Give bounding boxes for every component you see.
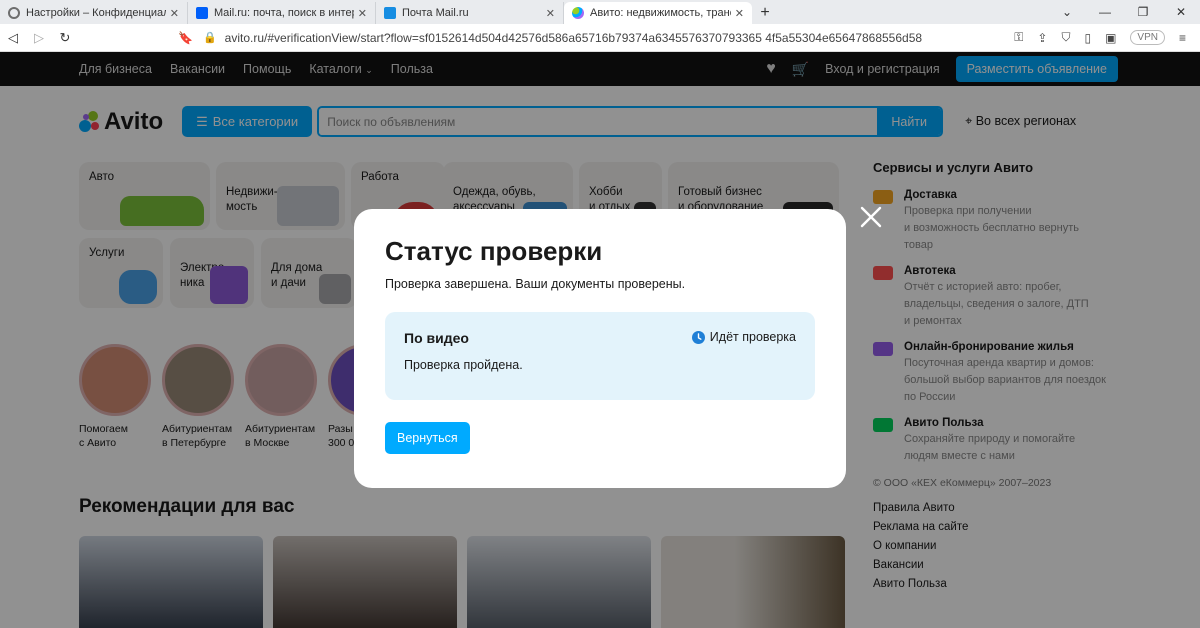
close-tab-icon[interactable]: ✕: [735, 7, 744, 20]
menu-icon[interactable]: ≡: [1179, 31, 1186, 45]
clock-icon: [691, 330, 705, 344]
address-bar: ◁ ▷ ↻ 🔖 🔒 avito.ru/#verificationView/sta…: [0, 24, 1200, 52]
tab-title: Авито: недвижимость, транспор: [590, 7, 731, 19]
new-tab-button[interactable]: +: [752, 2, 778, 24]
video-check-card: По видео Идёт проверка Проверка пройдена…: [385, 312, 815, 400]
back-icon[interactable]: ◁: [0, 30, 26, 46]
close-window-icon[interactable]: ✕: [1162, 5, 1200, 19]
forward-icon[interactable]: ▷: [26, 30, 52, 46]
browser-tab-mailru[interactable]: Mail.ru: почта, поиск в интернете, но ✕: [188, 2, 376, 24]
tab-title: Mail.ru: почта, поиск в интернете, но: [214, 7, 354, 19]
browser-tab-bar: Настройки – Конфиденциальность и ✕ Mail.…: [0, 0, 1200, 24]
sidebar-icon[interactable]: ▯: [1084, 31, 1091, 45]
shield-icon[interactable]: ⛉: [1061, 30, 1070, 45]
browser-tab-mail[interactable]: Почта Mail.ru ✕: [376, 2, 564, 24]
check-result-text: Проверка пройдена.: [404, 358, 523, 372]
tab-title: Почта Mail.ru: [402, 7, 469, 19]
bookmark-icon[interactable]: 🔖: [178, 31, 193, 45]
close-modal-icon[interactable]: [858, 204, 884, 230]
maximize-icon[interactable]: ❐: [1124, 5, 1162, 19]
check-status-text: Идёт проверка: [709, 330, 796, 344]
lock-icon: 🔒: [202, 32, 217, 44]
url-text: avito.ru/#verificationView/start?flow=sf…: [224, 30, 923, 45]
close-tab-icon[interactable]: ✕: [170, 7, 179, 20]
browser-tab-settings[interactable]: Настройки – Конфиденциальность и ✕: [0, 2, 188, 24]
modal-title: Статус проверки: [385, 236, 603, 266]
minimize-icon[interactable]: —: [1086, 5, 1124, 19]
share-icon[interactable]: ⇪: [1037, 31, 1047, 45]
check-type-label: По видео: [404, 330, 469, 346]
settings-favicon-icon: [8, 7, 20, 19]
tab-title: Настройки – Конфиденциальность и: [26, 7, 166, 19]
tab-list-chevron-icon[interactable]: ⌄: [1048, 5, 1086, 19]
modal-subtitle: Проверка завершена. Ваши документы прове…: [385, 277, 686, 291]
reload-icon[interactable]: ↻: [52, 30, 78, 46]
verification-status-modal: Статус проверки Проверка завершена. Ваши…: [354, 209, 846, 488]
vpn-button[interactable]: VPN: [1130, 30, 1165, 45]
mailru-favicon-icon: [196, 7, 208, 19]
check-status: Идёт проверка: [691, 330, 796, 344]
window-controls: ⌄ — ❐ ✕: [1048, 0, 1200, 24]
return-button[interactable]: Вернуться: [385, 422, 470, 454]
wallet-icon[interactable]: ▣: [1105, 31, 1116, 45]
mail-favicon-icon: [384, 7, 396, 19]
close-tab-icon[interactable]: ✕: [546, 7, 555, 20]
close-tab-icon[interactable]: ✕: [358, 7, 367, 20]
key-icon[interactable]: ⚿: [1014, 30, 1023, 45]
url-field[interactable]: 🔖 🔒 avito.ru/#verificationView/start?flo…: [178, 31, 1014, 45]
avito-favicon-icon: [572, 7, 584, 19]
address-bar-actions: ⚿ ⇪ ⛉ ▯ ▣ VPN ≡: [1014, 30, 1186, 45]
browser-tab-avito[interactable]: Авито: недвижимость, транспор ✕: [564, 2, 752, 24]
